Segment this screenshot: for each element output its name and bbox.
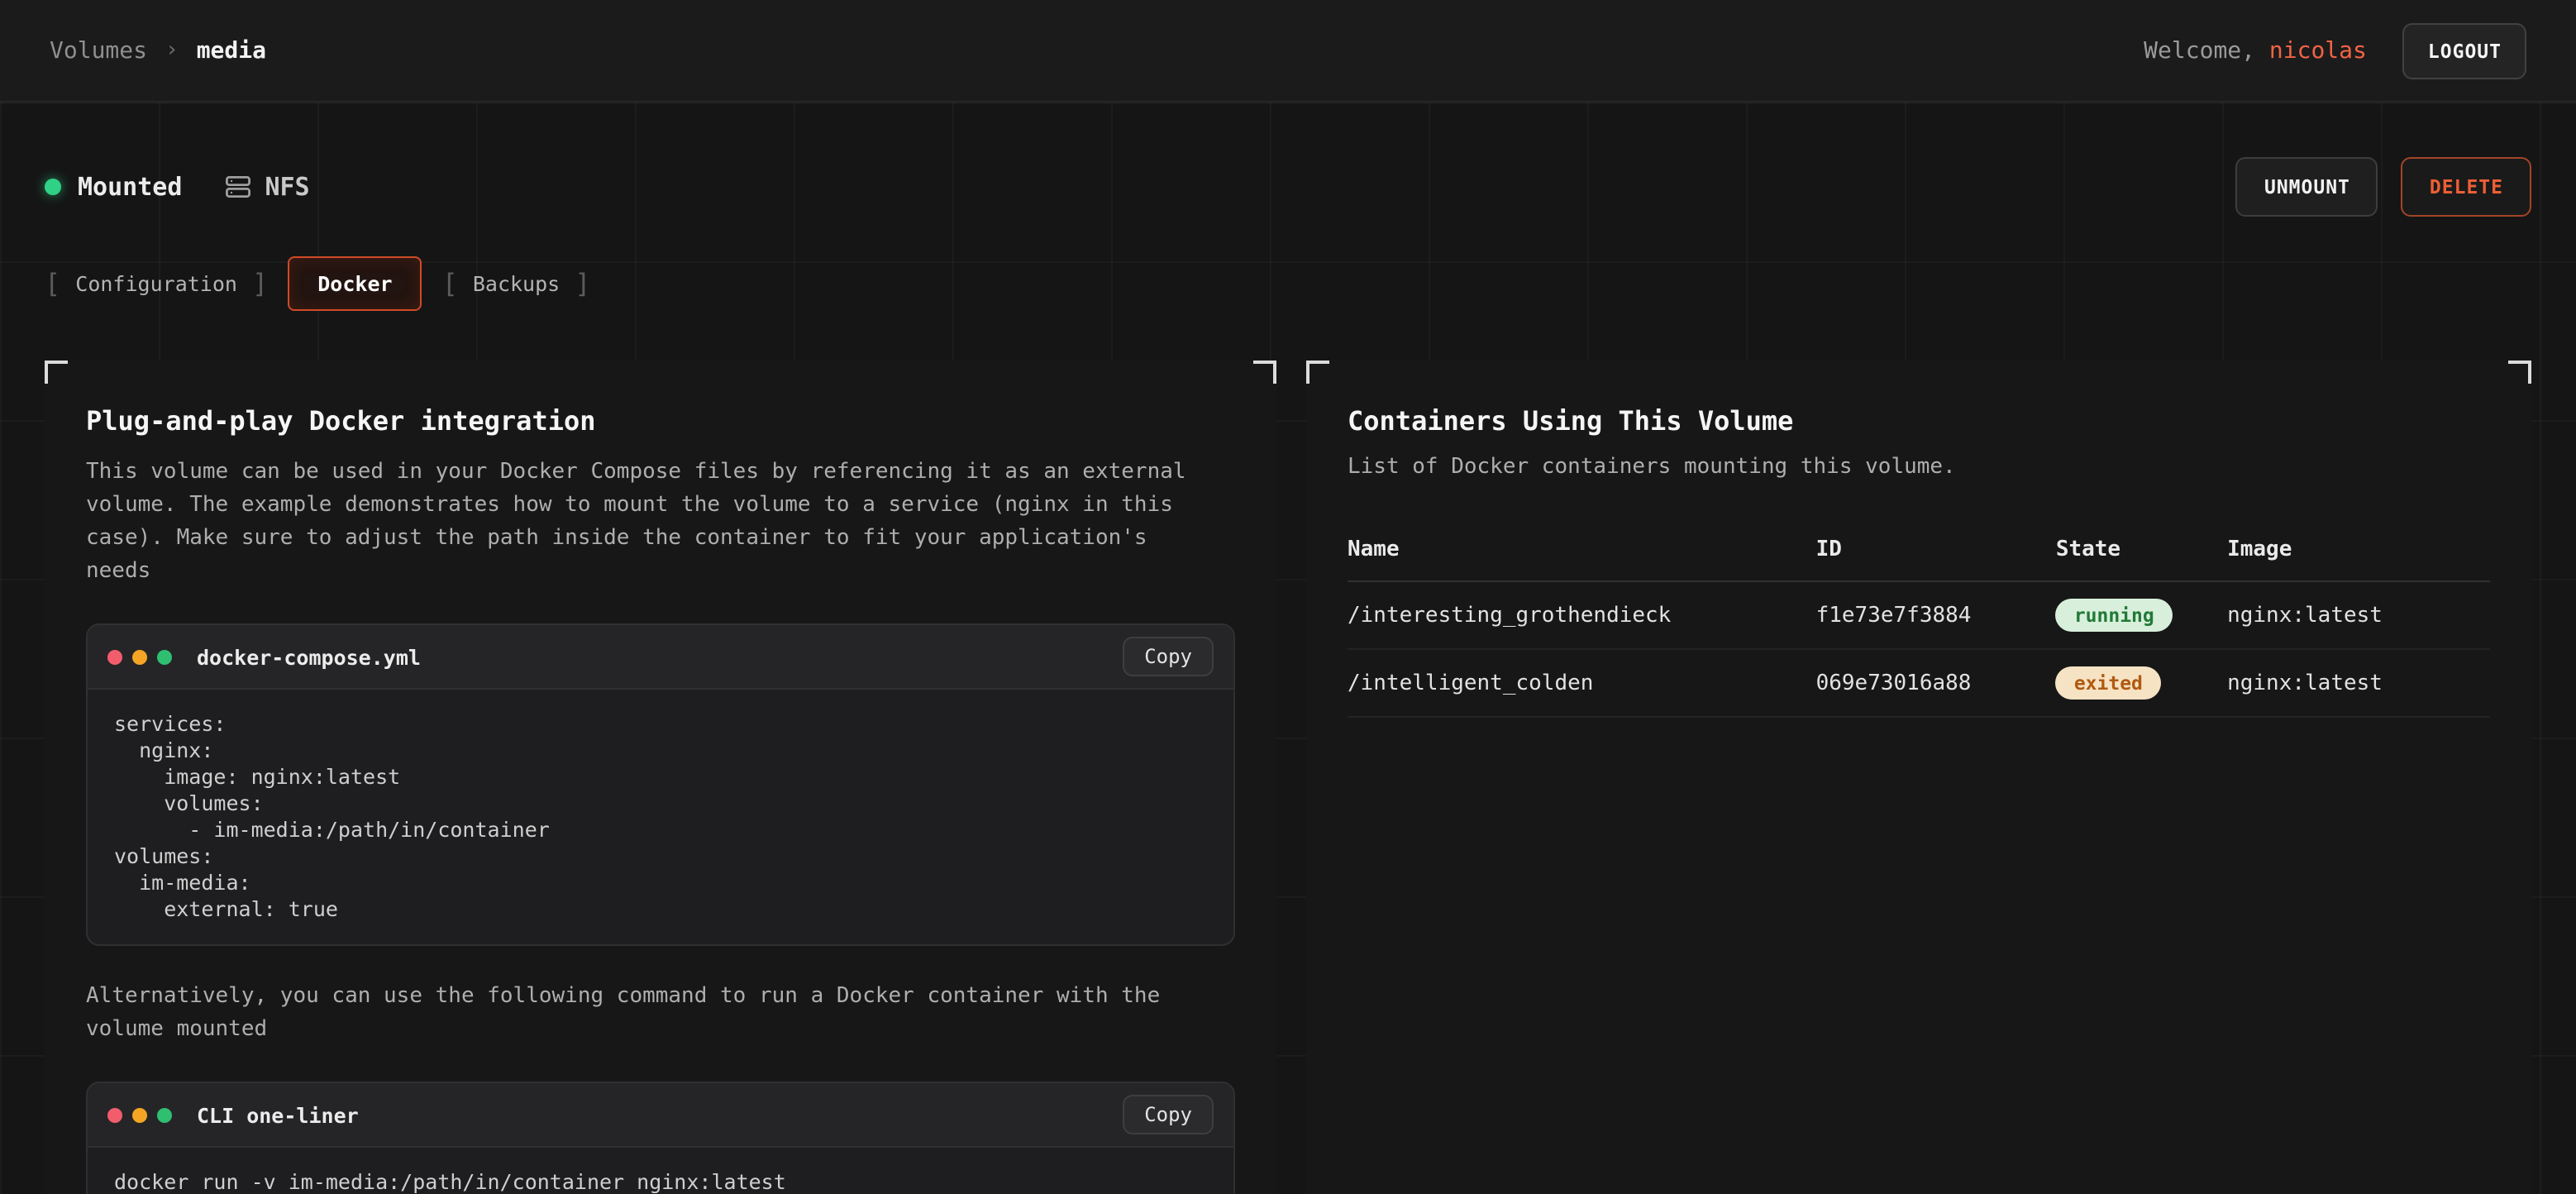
window-dots: [107, 1107, 172, 1122]
cli-code-card: CLI one-liner Copy docker run -v im-medi…: [86, 1082, 1235, 1194]
window-minimize-dot-icon: [132, 649, 147, 664]
compose-filename: docker-compose.yml: [197, 644, 421, 669]
window-dots: [107, 649, 172, 664]
bracket-left: [: [442, 268, 458, 299]
status-badge: exited: [2056, 666, 2161, 700]
docker-integration-panel: Plug-and-play Docker integration This vo…: [45, 361, 1276, 1194]
chevron-right-icon: ›: [165, 38, 179, 63]
mounted-status-label: Mounted: [78, 172, 182, 202]
tab-label: Backups: [458, 271, 575, 296]
table-row: /intelligent_colden 069e73016a88 exited …: [1348, 650, 2490, 718]
server-icon: [225, 174, 251, 200]
status-badge: running: [2056, 599, 2173, 632]
compose-card-header: docker-compose.yml Copy: [88, 625, 1233, 690]
tab-backups[interactable]: [ Backups ]: [442, 268, 591, 299]
copy-compose-button[interactable]: Copy: [1123, 637, 1214, 676]
containers-table: Name ID State Image /interesting_grothen…: [1348, 523, 2490, 718]
driver-label: NFS: [265, 172, 309, 202]
container-name: /interesting_grothendieck: [1348, 603, 1816, 628]
tab-label: Configuration: [60, 271, 252, 296]
bracket-left: [: [45, 268, 60, 299]
bracket-right: ]: [252, 268, 268, 299]
corner-bracket: [1253, 361, 1276, 384]
driver-info: NFS: [225, 172, 309, 202]
corner-bracket: [2508, 361, 2531, 384]
container-state: exited: [2056, 666, 2227, 700]
panels-row: Plug-and-play Docker integration This vo…: [45, 361, 2531, 1194]
window-maximize-dot-icon: [157, 649, 172, 664]
docker-panel-title: Plug-and-play Docker integration: [86, 405, 1235, 437]
column-header-name: Name: [1348, 537, 1816, 562]
corner-bracket: [45, 361, 68, 384]
column-header-image: Image: [2227, 537, 2490, 562]
unmount-button[interactable]: UNMOUNT: [2236, 157, 2378, 217]
topbar-right: Welcome, nicolas LOGOUT: [2144, 22, 2526, 79]
bracket-right: ]: [575, 268, 590, 299]
app-root: Volumes › media Welcome, nicolas LOGOUT …: [0, 0, 2576, 1194]
tab-label: Docker: [317, 271, 392, 296]
top-bar: Volumes › media Welcome, nicolas LOGOUT: [0, 0, 2576, 103]
compose-code-block: services: nginx: image: nginx:latest vol…: [88, 690, 1233, 944]
breadcrumb: Volumes › media: [50, 37, 266, 64]
window-minimize-dot-icon: [132, 1107, 147, 1122]
container-id: 069e73016a88: [1816, 671, 2056, 695]
mounted-status-dot: [45, 179, 61, 195]
containers-panel: Containers Using This Volume List of Doc…: [1306, 361, 2531, 1194]
column-header-id: ID: [1816, 537, 2056, 562]
table-row: /interesting_grothendieck f1e73e7f3884 r…: [1348, 582, 2490, 650]
column-header-state: State: [2056, 537, 2227, 562]
containers-panel-subtitle: List of Docker containers mounting this …: [1348, 455, 2490, 480]
delete-button[interactable]: DELETE: [2402, 157, 2531, 217]
tab-docker[interactable]: Docker: [288, 256, 422, 311]
copy-cli-button[interactable]: Copy: [1123, 1095, 1214, 1134]
container-image: nginx:latest: [2227, 671, 2490, 695]
tab-configuration[interactable]: [ Configuration ]: [45, 268, 268, 299]
compose-code-card: docker-compose.yml Copy services: nginx:…: [86, 623, 1235, 946]
breadcrumb-volumes-link[interactable]: Volumes: [50, 37, 147, 64]
container-id: f1e73e7f3884: [1816, 603, 2056, 628]
volume-status-row: Mounted NFS UNMOUNT DELETE: [45, 103, 2531, 217]
welcome-text: Welcome, nicolas: [2144, 37, 2367, 64]
container-image: nginx:latest: [2227, 603, 2490, 628]
cli-filename: CLI one-liner: [197, 1102, 359, 1127]
corner-bracket: [1306, 361, 1329, 384]
breadcrumb-current-volume: media: [197, 37, 266, 64]
table-header-row: Name ID State Image: [1348, 523, 2490, 582]
window-maximize-dot-icon: [157, 1107, 172, 1122]
username: nicolas: [2269, 37, 2367, 64]
container-name: /intelligent_colden: [1348, 671, 1816, 695]
cli-intro-text: Alternatively, you can use the following…: [86, 981, 1190, 1047]
welcome-prefix: Welcome,: [2144, 37, 2269, 64]
window-close-dot-icon: [107, 649, 122, 664]
tab-bar: [ Configuration ] Docker [ Backups ]: [45, 256, 2531, 311]
main-content: Mounted NFS UNMOUNT DELETE: [0, 103, 2576, 1194]
containers-panel-title: Containers Using This Volume: [1348, 405, 2490, 437]
docker-panel-description: This volume can be used in your Docker C…: [86, 456, 1190, 589]
cli-code-block: docker run -v im-media:/path/in/containe…: [88, 1148, 1233, 1194]
logout-button[interactable]: LOGOUT: [2403, 22, 2526, 79]
window-close-dot-icon: [107, 1107, 122, 1122]
cli-card-header: CLI one-liner Copy: [88, 1083, 1233, 1148]
volume-actions: UNMOUNT DELETE: [2236, 157, 2531, 217]
container-state: running: [2056, 599, 2227, 632]
